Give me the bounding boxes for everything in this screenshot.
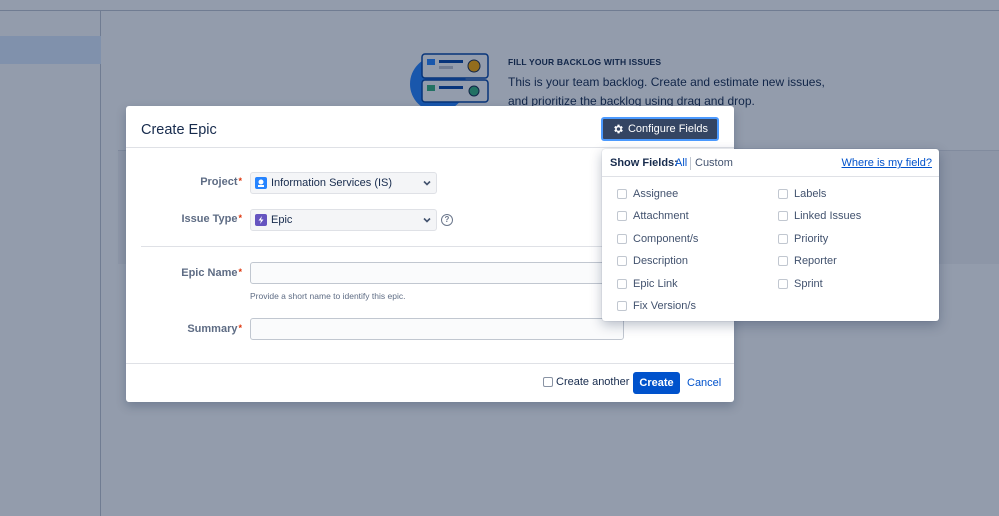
issue-type-label: Issue Type* xyxy=(181,213,242,225)
cancel-link[interactable]: Cancel xyxy=(687,377,721,389)
configure-fields-header: Show Fields: All Custom Where is my fiel… xyxy=(602,149,939,177)
help-icon[interactable]: ? xyxy=(441,214,453,226)
field-option-checkbox[interactable] xyxy=(617,301,627,311)
field-option-priority[interactable]: Priority xyxy=(778,233,828,245)
configure-fields-dropdown: Show Fields: All Custom Where is my fiel… xyxy=(602,149,939,321)
summary-label: Summary* xyxy=(187,323,242,335)
field-option-label: Sprint xyxy=(794,278,823,290)
show-fields-label: Show Fields: xyxy=(610,157,678,169)
project-select[interactable]: Information Services (IS) xyxy=(250,172,437,194)
where-is-my-field-link[interactable]: Where is my field? xyxy=(842,157,932,169)
gear-icon xyxy=(614,124,623,134)
field-option-fix-versions[interactable]: Fix Version/s xyxy=(617,300,696,312)
field-option-epic-link[interactable]: Epic Link xyxy=(617,278,678,290)
field-option-label: Epic Link xyxy=(633,278,678,290)
field-option-components[interactable]: Component/s xyxy=(617,233,698,245)
field-option-label: Priority xyxy=(794,233,829,245)
project-select-value: Information Services (IS) xyxy=(271,177,393,189)
dialog-title: Create Epic xyxy=(141,122,217,138)
epic-name-helper-text: Provide a short name to identify this ep… xyxy=(250,291,406,301)
field-option-checkbox[interactable] xyxy=(617,211,627,221)
configure-fields-label: Configure Fields xyxy=(627,123,709,135)
field-option-label: Labels xyxy=(794,188,827,200)
dialog-header: Create Epic Configure Fields xyxy=(126,106,734,148)
summary-input[interactable] xyxy=(250,318,624,340)
field-option-label: Fix Version/s xyxy=(633,300,696,312)
create-another-checkbox[interactable]: Create another xyxy=(543,376,629,388)
chevron-down-icon xyxy=(423,217,431,223)
field-option-description[interactable]: Description xyxy=(617,255,688,267)
field-option-label: Attachment xyxy=(633,210,689,222)
create-another-label: Create another xyxy=(556,376,630,388)
configure-fields-button[interactable]: Configure Fields xyxy=(601,117,719,141)
field-option-checkbox[interactable] xyxy=(778,279,788,289)
field-option-checkbox[interactable] xyxy=(778,234,788,244)
create-button[interactable]: Create xyxy=(633,372,680,394)
field-option-label: Reporter xyxy=(794,255,837,267)
chevron-down-icon xyxy=(423,180,431,186)
field-option-assignee[interactable]: Assignee xyxy=(617,188,678,200)
epic-lightning-icon xyxy=(255,214,267,226)
epic-name-input[interactable] xyxy=(250,262,624,284)
field-option-label: Linked Issues xyxy=(794,210,862,222)
show-fields-all-tab[interactable]: All xyxy=(675,157,687,169)
field-option-reporter[interactable]: Reporter xyxy=(778,255,837,267)
create-another-checkbox-box[interactable] xyxy=(543,377,553,387)
field-option-checkbox[interactable] xyxy=(778,189,788,199)
field-option-attachment[interactable]: Attachment xyxy=(617,210,689,222)
epic-name-label: Epic Name* xyxy=(181,267,242,279)
field-option-labels[interactable]: Labels xyxy=(778,188,826,200)
field-option-checkbox[interactable] xyxy=(617,189,627,199)
field-option-label: Description xyxy=(633,255,689,267)
field-option-checkbox[interactable] xyxy=(617,234,627,244)
show-fields-custom-tab[interactable]: Custom xyxy=(695,157,733,169)
field-option-checkbox[interactable] xyxy=(617,279,627,289)
field-option-label: Component/s xyxy=(633,233,699,245)
field-option-checkbox[interactable] xyxy=(778,211,788,221)
field-option-linked-issues[interactable]: Linked Issues xyxy=(778,210,861,222)
field-option-checkbox[interactable] xyxy=(778,256,788,266)
issue-type-select[interactable]: Epic xyxy=(250,209,437,231)
field-option-checkbox[interactable] xyxy=(617,256,627,266)
field-option-sprint[interactable]: Sprint xyxy=(778,278,823,290)
project-label: Project* xyxy=(200,176,242,188)
field-option-label: Assignee xyxy=(633,188,679,200)
issue-type-select-value: Epic xyxy=(271,214,293,226)
tab-separator xyxy=(690,157,691,170)
project-avatar-icon xyxy=(255,177,267,189)
